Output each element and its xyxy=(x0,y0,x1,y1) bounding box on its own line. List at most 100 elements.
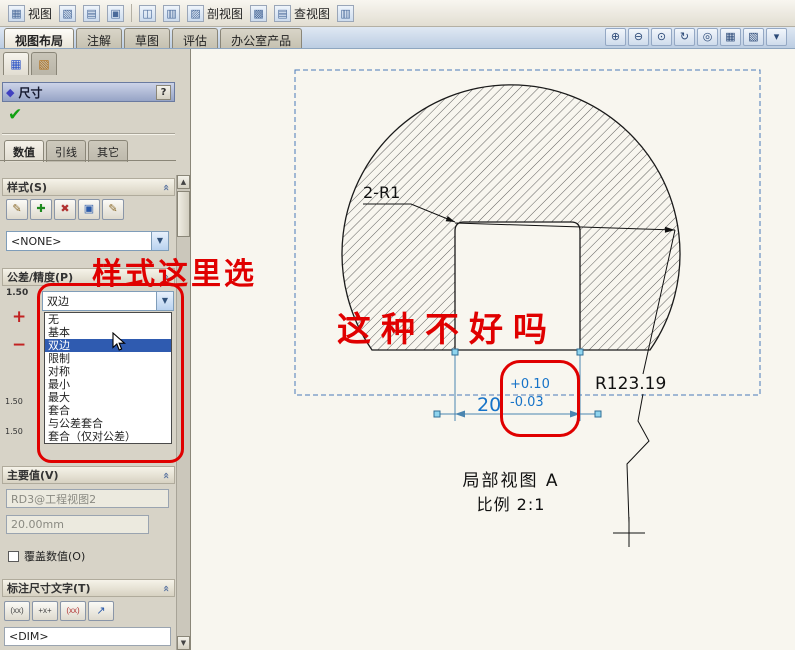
style-add-button[interactable]: ✚ xyxy=(30,199,52,220)
tolerance-group-header[interactable]: 公差/精度(P) « xyxy=(2,268,175,286)
fillet-label[interactable]: 2-R1 xyxy=(363,183,400,202)
toolbar-button-section-view[interactable]: ▨ 剖视图 xyxy=(187,4,244,22)
view-icon: ▦ xyxy=(8,4,25,22)
tab-other[interactable]: 其它 xyxy=(88,140,128,162)
style-group-title: 样式(S) xyxy=(7,181,47,194)
primary-value-title: 主要值(V) xyxy=(7,469,59,482)
detail-view-scale: 比例 2:1 xyxy=(477,495,546,514)
scroll-up-icon[interactable]: ▲ xyxy=(177,175,190,189)
tab-view-layout[interactable]: 视图布局 xyxy=(4,28,75,48)
hide-show-items-icon[interactable]: ▧ xyxy=(743,28,764,46)
dimension-handle[interactable] xyxy=(433,410,441,418)
tolerance-font-icon: 1.50 xyxy=(5,427,23,436)
leader-angle-button[interactable]: ↗ xyxy=(88,601,114,621)
toolbar-icon-1[interactable]: ▧ xyxy=(59,4,77,22)
override-value-checkbox[interactable] xyxy=(8,550,19,562)
collapse-chevron-icon: « xyxy=(159,183,173,191)
tab-leaders[interactable]: 引线 xyxy=(46,140,86,162)
help-button[interactable]: ? xyxy=(156,84,171,100)
tab-sketch[interactable]: 草图 xyxy=(124,28,171,48)
dimension-name-value: RD3@工程视图2 xyxy=(11,492,97,506)
tab-office-products[interactable]: 办公室产品 xyxy=(220,28,303,48)
toolbar-button-label: 剖视图 xyxy=(207,6,244,21)
toolbar-separator xyxy=(131,4,133,22)
dimension-text-field[interactable]: <DIM> xyxy=(4,627,171,646)
drawing-sheet[interactable]: 2-R1 R123.19 20 +0.10 -0.03 局部视图 A 比例 2:… xyxy=(191,49,795,650)
dimension-name-field[interactable]: RD3@工程视图2 xyxy=(6,489,169,508)
style-group-header[interactable]: 样式(S) « xyxy=(2,178,175,196)
style-dropdown[interactable]: <NONE> ▼ xyxy=(6,231,169,251)
pm-tab-properties[interactable]: ▦ xyxy=(3,52,29,75)
tolerance-type-value: 双边 xyxy=(47,295,69,308)
chevron-down-icon[interactable]: ▼ xyxy=(151,232,168,250)
tolerance-type-listbox[interactable]: 无 基本 双边 限制 对称 最小 最大 套合 与公差套合 套合（仅对公差） xyxy=(44,312,172,444)
option-fit[interactable]: 套合 xyxy=(45,404,171,417)
option-bilateral[interactable]: 双边 xyxy=(45,339,171,352)
dimension-handle[interactable] xyxy=(576,348,584,356)
panel-title: 尺寸 xyxy=(18,85,43,100)
center-dimension-button[interactable]: +x+ xyxy=(32,601,58,621)
panel-scrollbar[interactable]: ▲ ▼ xyxy=(176,175,190,650)
width-dimension[interactable]: 20 +0.10 -0.03 xyxy=(433,348,602,421)
dimension-icon: ◆ xyxy=(6,85,15,99)
dimension-text-title: 标注尺寸文字(T) xyxy=(7,582,91,595)
option-limit[interactable]: 限制 xyxy=(45,352,171,365)
break-line xyxy=(613,393,650,547)
pm-tab-secondary[interactable]: ▧ xyxy=(31,52,57,75)
toolbar-icon-5[interactable]: ▥ xyxy=(163,4,181,22)
tolerance-value-icon: 1.50 xyxy=(6,288,29,298)
view-orientation-icon[interactable]: ◎ xyxy=(697,28,718,46)
collapse-chevron-icon: « xyxy=(159,273,173,281)
style-save-button[interactable]: ▣ xyxy=(78,199,100,220)
option-min[interactable]: 最小 xyxy=(45,378,171,391)
hatched-section-shape[interactable] xyxy=(341,84,681,351)
dimension-handle[interactable] xyxy=(451,348,459,356)
offset-text-button[interactable]: (xx) xyxy=(60,601,86,621)
tab-value[interactable]: 数值 xyxy=(4,140,44,162)
toolbar-button-view[interactable]: ▦ 视图 xyxy=(8,4,53,22)
option-none[interactable]: 无 xyxy=(45,313,171,326)
tab-annotation[interactable]: 注解 xyxy=(76,28,123,48)
option-fit-tolerance-only[interactable]: 套合（仅对公差） xyxy=(45,430,171,443)
rotate-view-icon[interactable]: ↻ xyxy=(674,28,695,46)
toolbar-overflow-icon[interactable]: ▾ xyxy=(766,28,787,46)
scroll-down-icon[interactable]: ▼ xyxy=(177,636,190,650)
toolbar-button-crop-view[interactable]: ▤ 查视图 xyxy=(274,4,330,22)
toolbar-icon-4[interactable]: ◫ xyxy=(139,4,157,22)
option-fit-with-tolerance[interactable]: 与公差套合 xyxy=(45,417,171,430)
dimension-value-field[interactable]: 20.00mm xyxy=(6,515,149,534)
dimension-handle[interactable] xyxy=(594,410,602,418)
zoom-in-icon[interactable]: ⊕ xyxy=(605,28,626,46)
display-style-icon[interactable]: ▦ xyxy=(720,28,741,46)
property-manager-panel: ▦ ▧ ◆ 尺寸 ? ✔ 数值 引线 其它 样式(S) « ✎ ✚ ✖ ▣ ✎ xyxy=(0,49,191,650)
divider xyxy=(2,133,175,135)
style-delete-button[interactable]: ✖ xyxy=(54,199,76,220)
toolbar-icon-6[interactable]: ▩ xyxy=(250,4,268,22)
toolbar-button-label: 视图 xyxy=(28,6,53,21)
dimension-value-text[interactable]: 20 xyxy=(477,394,501,416)
primary-value-group-header[interactable]: 主要值(V) « xyxy=(2,466,175,484)
chevron-down-icon[interactable]: ▼ xyxy=(156,292,173,310)
option-symmetric[interactable]: 对称 xyxy=(45,365,171,378)
zoom-out-icon[interactable]: ⊖ xyxy=(628,28,649,46)
toolbar-icon-7[interactable]: ▥ xyxy=(337,4,355,22)
section-view-icon: ▨ xyxy=(187,4,205,22)
tab-evaluate[interactable]: 评估 xyxy=(172,28,219,48)
style-load-button[interactable]: ✎ xyxy=(102,199,124,220)
radius-label[interactable]: R123.19 xyxy=(595,374,666,394)
option-max[interactable]: 最大 xyxy=(45,391,171,404)
option-basic[interactable]: 基本 xyxy=(45,326,171,339)
tolerance-type-combo[interactable]: 双边 ▼ xyxy=(42,291,174,311)
style-default-button[interactable]: ✎ xyxy=(6,199,28,220)
ok-check-button[interactable]: ✔ xyxy=(8,105,22,125)
tolerance-lower-text[interactable]: -0.03 xyxy=(510,395,544,410)
witness-line-both-button[interactable]: (xx) xyxy=(4,601,30,621)
dimension-text-group-header[interactable]: 标注尺寸文字(T) « xyxy=(2,579,175,597)
collapse-chevron-icon: « xyxy=(159,471,173,479)
toolbar-icon-3[interactable]: ▣ xyxy=(107,4,125,22)
toolbar-icon-2[interactable]: ▤ xyxy=(83,4,101,22)
tolerance-upper-text[interactable]: +0.10 xyxy=(510,377,550,392)
scrollbar-thumb[interactable] xyxy=(177,191,190,237)
drawing-canvas[interactable]: 2-R1 R123.19 20 +0.10 -0.03 局部视图 A 比例 2:… xyxy=(191,49,795,650)
zoom-area-icon[interactable]: ⊙ xyxy=(651,28,672,46)
